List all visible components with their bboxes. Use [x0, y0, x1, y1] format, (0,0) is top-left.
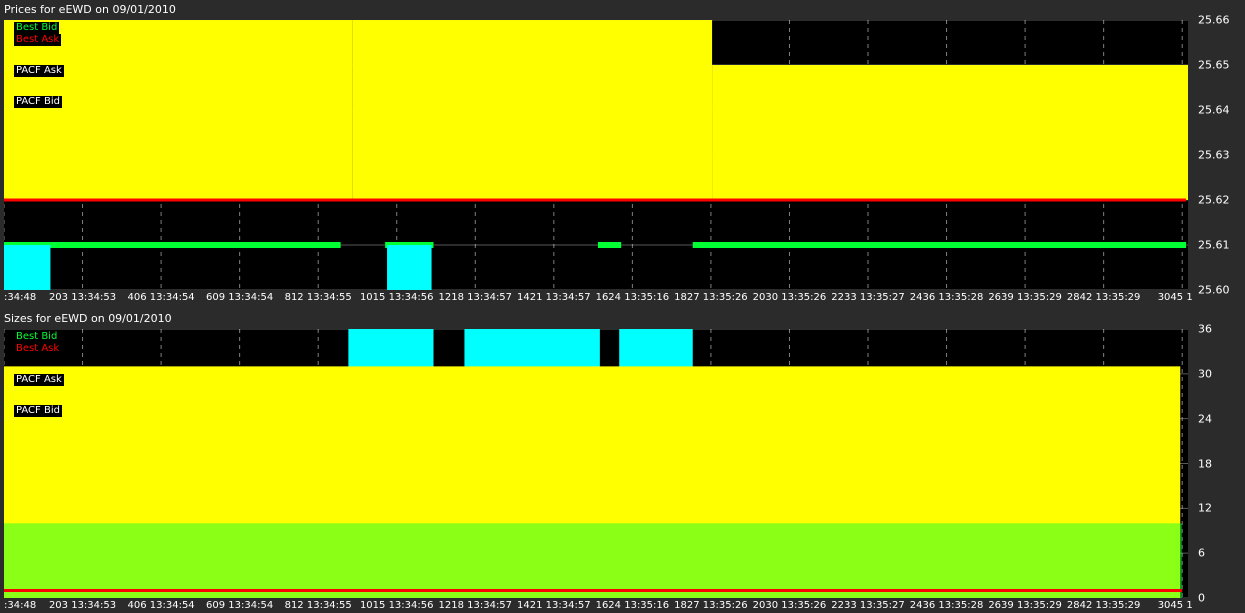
sizes-x-tick-label: 203 13:34:53: [48, 600, 117, 611]
prices-chart-svg: [4, 20, 1188, 290]
prices-x-tick-label: 406 13:34:54: [127, 292, 195, 303]
prices-y-tick-label: 25.62: [1198, 193, 1230, 207]
prices-plot-area: Best Bid Best Ask PACF Ask PACF Bid: [4, 20, 1188, 290]
sizes-x-tick-label: 2436 13:35:28: [909, 600, 984, 611]
sizes-y-tick-label: 6: [1198, 546, 1205, 560]
prices-x-tick-label: 203 13:34:53: [48, 292, 117, 303]
prices-x-tick-label: 2436 13:35:28: [909, 292, 984, 303]
sizes-y-tick-label: 12: [1198, 501, 1212, 515]
sizes-y-tick-label: 36: [1198, 322, 1212, 336]
sizes-x-tick-label: 2233 13:35:27: [831, 600, 905, 611]
prices-x-tick-label: 1421 13:34:57: [517, 292, 591, 303]
prices-x-tick-label: 2842 13:35:29: [1066, 292, 1141, 303]
sizes-x-tick-label: 2030 13:35:26: [752, 600, 827, 611]
sizes-legend-best-bid: Best Bid: [14, 331, 60, 343]
prices-legend-best-ask: Best Ask: [14, 34, 62, 46]
prices-legend-pacf-ask: PACF Ask: [14, 65, 64, 77]
prices-x-tick-label: 1218 13:34:57: [438, 292, 513, 303]
prices-pacf-bid-area: [4, 245, 51, 290]
sizes-x-tick-label: 1015 13:34:56: [359, 600, 434, 611]
prices-y-tick-label: 25.60: [1198, 283, 1230, 297]
prices-y-tick-label: 25.61: [1198, 238, 1230, 252]
sizes-x-tick-label: 2842 13:35:29: [1066, 600, 1141, 611]
sizes-chart-title: Sizes for eEWD on 09/01/2010: [4, 312, 172, 325]
prices-y-tick-label: 25.65: [1198, 58, 1230, 72]
prices-x-tick-label: 812 13:34:55: [284, 292, 352, 303]
prices-x-tick-label: 1827 13:35:26: [674, 292, 748, 303]
sizes-x-axis: :34:48 203 13:34:53 406 13:34:54 609 13:34:…: [4, 599, 1193, 613]
sizes-best-bid-area: [4, 523, 1183, 598]
sizes-y-tick-label: 18: [1198, 457, 1212, 470]
sizes-x-tick-label: 2639 13:35:29: [988, 600, 1062, 611]
prices-x-tick-label: 1015 13:34:56: [359, 292, 434, 303]
sizes-y-tick-label: 30: [1198, 367, 1212, 381]
prices-y-axis: 25.66 25.65 25.64 25.63 25.62 25.61 25.60: [1188, 14, 1245, 297]
sizes-x-tick-label: 609 13:34:54: [206, 600, 274, 611]
sizes-x-tick-label: 406 13:34:54: [127, 600, 195, 611]
prices-pacf-bid-area: [387, 245, 432, 290]
sizes-y-tick-label: 0: [1198, 591, 1205, 605]
sizes-legend-pacf-ask: PACF Ask: [14, 374, 64, 386]
prices-x-tick-label: 3045 1: [1157, 292, 1193, 303]
sizes-plot-area: Best Bid Best Ask PACF Ask PACF Bid: [4, 329, 1188, 598]
prices-x-tick-label: 2639 13:35:29: [988, 292, 1062, 303]
prices-pacf-ask-area: [48, 20, 353, 200]
prices-x-axis: :34:48 203 13:34:53 406 13:34:54 609 13:34:…: [4, 291, 1193, 305]
sizes-panel: Sizes for eEWD on 09/01/2010 Best Bid Bes…: [0, 311, 1245, 613]
prices-x-tick-label: 609 13:34:54: [206, 292, 274, 303]
sizes-chart-svg: [4, 329, 1188, 598]
sizes-y-axis: 36 30 24 18 12 6 0: [1188, 323, 1245, 605]
prices-legend-best-bid: Best Bid: [14, 22, 60, 34]
prices-legend-pacf-bid: PACF Bid: [14, 96, 62, 108]
sizes-x-tick-label: 812 13:34:55: [284, 600, 352, 611]
sizes-legend-best-ask: Best Ask: [14, 343, 62, 355]
prices-x-tick-label: 2233 13:35:27: [831, 292, 905, 303]
sizes-x-tick-label: 1421 13:34:57: [517, 600, 591, 611]
prices-x-tick-label: 2030 13:35:26: [752, 292, 827, 303]
sizes-legend-pacf-bid: PACF Bid: [14, 405, 62, 417]
prices-pacf-ask-area: [712, 65, 1188, 200]
prices-panel: Prices for eEWD on 09/01/2010 Best Bid Be…: [0, 2, 1245, 307]
sizes-y-tick-label: 24: [1198, 412, 1212, 426]
sizes-x-tick-label: 1827 13:35:26: [674, 600, 748, 611]
prices-x-tick-label: 1624 13:35:16: [595, 292, 670, 303]
prices-y-tick-label: 25.64: [1198, 103, 1230, 117]
prices-y-tick-label: 25.63: [1198, 148, 1230, 162]
prices-pacf-ask-area: [4, 20, 49, 200]
prices-x-tick-label: :34:48: [4, 292, 37, 303]
sizes-x-tick-label: :34:48: [4, 600, 37, 611]
prices-pacf-ask-area: [352, 20, 713, 200]
prices-y-tick-label: 25.66: [1198, 13, 1230, 27]
prices-chart-title: Prices for eEWD on 09/01/2010: [4, 3, 176, 16]
sizes-x-tick-label: 1218 13:34:57: [438, 600, 513, 611]
sizes-x-tick-label: 1624 13:35:16: [595, 600, 670, 611]
sizes-x-tick-label: 3045 1: [1157, 600, 1193, 611]
